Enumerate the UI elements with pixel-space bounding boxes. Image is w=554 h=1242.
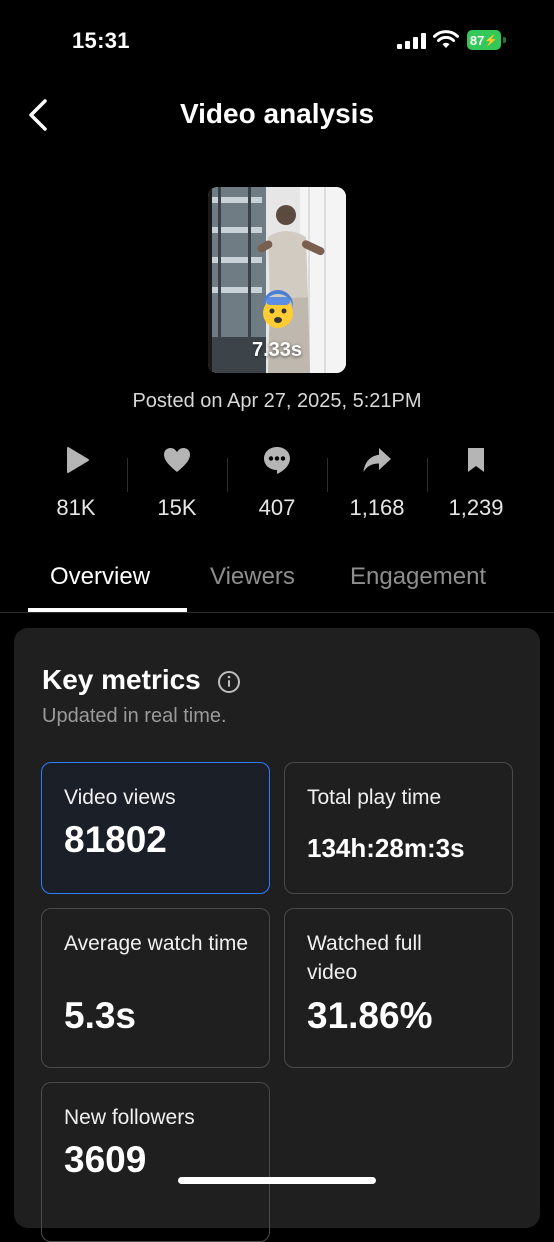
metric-video-views[interactable]: Video views 81802: [41, 762, 270, 894]
battery-indicator: 87 ⚡: [467, 30, 507, 50]
tab-overview[interactable]: Overview: [50, 563, 150, 591]
battery-level: 87: [469, 32, 485, 48]
metric-value: 134h:28m:3s: [307, 833, 465, 863]
stat-saves: 1,239: [426, 445, 526, 525]
key-metrics-title: Key metrics: [42, 664, 201, 695]
metric-value: 5.3s: [64, 995, 137, 1036]
metric-new-followers[interactable]: New followers 3609: [41, 1082, 270, 1242]
stat-value: 1,239: [448, 495, 504, 520]
metric-value: 31.86%: [307, 995, 433, 1036]
metric-watched-full-video[interactable]: Watched full video 31.86%: [284, 908, 513, 1068]
metric-label: Video views: [64, 786, 176, 809]
metric-label: Total play time: [307, 786, 442, 809]
stat-shares: 1,168: [327, 445, 427, 525]
video-thumbnail[interactable]: 7.33s: [208, 187, 346, 373]
bookmark-icon: [468, 448, 484, 472]
status-time: 15:31: [72, 28, 130, 53]
play-icon: [67, 447, 89, 473]
metric-total-play-time[interactable]: Total play time 134h:28m:3s: [284, 762, 513, 894]
wifi-icon: [433, 30, 459, 48]
tab-divider: [0, 612, 554, 613]
stat-value: 81K: [56, 495, 96, 520]
tab-engagement[interactable]: Engagement: [350, 563, 486, 591]
share-icon: [363, 448, 391, 472]
info-icon[interactable]: [217, 670, 241, 694]
home-indicator[interactable]: [178, 1177, 376, 1184]
active-tab-indicator: [28, 608, 187, 612]
comment-icon: [264, 447, 290, 474]
stat-value: 1,168: [349, 495, 405, 520]
stat-comments: 407: [227, 445, 327, 525]
posted-date: Posted on Apr 27, 2025, 5:21PM: [132, 390, 422, 412]
metric-label: Average watch time: [64, 932, 249, 955]
cellular-signal-icon: [397, 33, 426, 49]
metric-label: Watched full video: [307, 932, 422, 984]
metric-average-watch-time[interactable]: Average watch time 5.3s: [41, 908, 270, 1068]
metric-label: New followers: [64, 1106, 195, 1129]
tab-viewers[interactable]: Viewers: [210, 563, 295, 591]
stat-likes: 15K: [127, 445, 227, 525]
metric-value: 3609: [64, 1139, 147, 1180]
stat-plays: 81K: [26, 445, 126, 525]
heart-icon: [164, 448, 190, 472]
video-duration: 7.33s: [251, 339, 303, 361]
stat-value: 15K: [157, 495, 197, 520]
page-title: Video analysis: [179, 98, 375, 129]
stat-value: 407: [258, 495, 296, 520]
metric-value: 81802: [64, 819, 167, 860]
key-metrics-subtitle: Updated in real time.: [42, 705, 227, 727]
